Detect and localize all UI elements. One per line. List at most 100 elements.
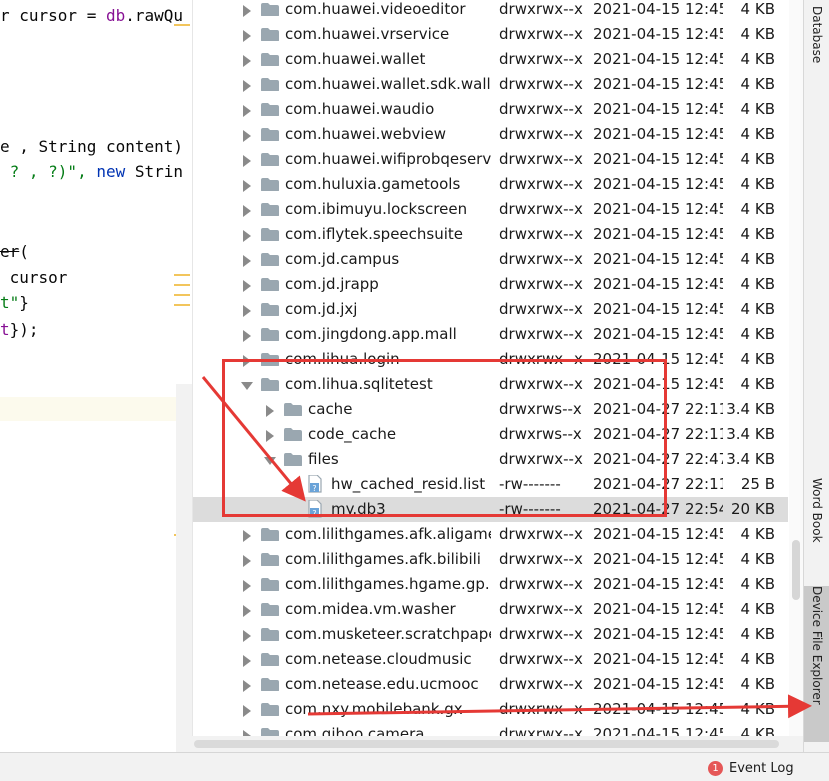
row-size: 4 KB	[740, 650, 775, 668]
folder-row[interactable]: com.huawei.webview drwxrwx--x 2021-04-15 1…	[193, 122, 788, 147]
unknown-file-icon: ?	[307, 475, 323, 493]
folder-row[interactable]: com.musketeer.scratchpape drwxrwx--x 2021-…	[193, 622, 788, 647]
chevron-right-icon[interactable]	[241, 228, 253, 242]
row-permissions: drwxrwx--x	[499, 650, 583, 668]
folder-row[interactable]: com.ibimuyu.lockscreen drwxrwx--x 2021-04-…	[193, 197, 788, 222]
folder-row[interactable]: com.huawei.wallet drwxrwx--x 2021-04-15 12…	[193, 47, 788, 72]
folder-row[interactable]: com.lilithgames.hgame.gp.ic drwxrwx--x 202…	[193, 572, 788, 597]
row-date: 2021-04-15 12:45	[593, 625, 723, 643]
row-name: com.jd.jxj	[285, 300, 358, 318]
tab-device-file-explorer-label: Device File Explorer	[810, 586, 824, 705]
scrollbar-thumb[interactable]	[792, 540, 800, 600]
row-size: 4 KB	[740, 325, 775, 343]
folder-row[interactable]: com.jingdong.app.mall drwxrwx--x 2021-04-1…	[193, 322, 788, 347]
folder-row[interactable]: files drwxrwx--x 2021-04-27 22:47 3.4 KB	[193, 447, 788, 472]
chevron-right-icon[interactable]	[241, 153, 253, 167]
folder-row[interactable]: com.jd.jxj drwxrwx--x 2021-04-15 12:45 4 KB	[193, 297, 788, 322]
folder-row[interactable]: cache drwxrws--x 2021-04-27 22:11 3.4 KB	[193, 397, 788, 422]
row-permissions: -rw-------	[499, 500, 561, 518]
chevron-right-icon[interactable]	[241, 553, 253, 567]
chevron-right-icon[interactable]	[241, 253, 253, 267]
device-file-explorer-tree[interactable]: com.huawei.videoeditor drwxrwx--x 2021-04-…	[192, 0, 804, 752]
chevron-down-icon[interactable]	[241, 378, 253, 392]
row-size: 4 KB	[740, 125, 775, 143]
folder-row[interactable]: com.huawei.wallet.sdk.walle drwxrwx--x 202…	[193, 72, 788, 97]
folder-icon	[261, 527, 279, 541]
tab-word-book[interactable]: Word Book	[804, 478, 829, 578]
row-size: 3.4 KB	[726, 450, 775, 468]
chevron-right-icon[interactable]	[264, 403, 276, 417]
row-date: 2021-04-15 12:45	[593, 575, 723, 593]
folder-row[interactable]: com.lilithgames.afk.bilibili drwxrwx--x 20…	[193, 547, 788, 572]
chevron-right-icon[interactable]	[241, 3, 253, 17]
folder-row[interactable]: com.huawei.waudio drwxrwx--x 2021-04-15 12…	[193, 97, 788, 122]
chevron-right-icon[interactable]	[241, 328, 253, 342]
chevron-right-icon[interactable]	[241, 78, 253, 92]
folder-row[interactable]: com.lihua.sqlitetest drwxrwx--x 2021-04-15…	[193, 372, 788, 397]
code-token: e , String content)	[0, 137, 184, 156]
folder-icon	[261, 652, 279, 666]
chevron-right-icon[interactable]	[241, 28, 253, 42]
chevron-right-icon[interactable]	[241, 353, 253, 367]
chevron-right-icon[interactable]	[241, 178, 253, 192]
chevron-right-icon[interactable]	[241, 303, 253, 317]
chevron-right-icon[interactable]	[241, 603, 253, 617]
folder-icon	[261, 102, 279, 116]
chevron-right-icon[interactable]	[264, 428, 276, 442]
file-row[interactable]: ? my.db3 -rw------- 2021-04-27 22:54 20 KB	[193, 497, 788, 522]
chevron-right-icon[interactable]	[241, 703, 253, 717]
chevron-right-icon[interactable]	[241, 278, 253, 292]
row-name: com.lilithgames.afk.bilibili	[285, 550, 481, 568]
folder-icon	[261, 127, 279, 141]
row-name: com.huawei.vrservice	[285, 25, 450, 43]
chevron-right-icon[interactable]	[241, 528, 253, 542]
row-size: 3.4 KB	[726, 425, 775, 443]
folder-row[interactable]: com.jd.jrapp drwxrwx--x 2021-04-15 12:45 4 …	[193, 272, 788, 297]
tab-database[interactable]: Database	[804, 6, 829, 102]
folder-row[interactable]: com.huawei.videoeditor drwxrwx--x 2021-04-…	[193, 0, 788, 22]
chevron-right-icon[interactable]	[241, 628, 253, 642]
folder-row[interactable]: com.midea.vm.washer drwxrwx--x 2021-04-15 …	[193, 597, 788, 622]
folder-icon	[284, 452, 302, 466]
folder-row[interactable]: code_cache drwxrws--x 2021-04-27 22:11 3.4 …	[193, 422, 788, 447]
folder-row[interactable]: com.lilithgames.afk.aligames drwxrwx--x 20…	[193, 522, 788, 547]
folder-icon	[261, 52, 279, 66]
folder-row[interactable]: com.huawei.vrservice drwxrwx--x 2021-04-15…	[193, 22, 788, 47]
row-permissions: drwxrwx--x	[499, 275, 583, 293]
folder-icon	[261, 2, 279, 16]
code-token: t"	[0, 293, 20, 312]
folder-row[interactable]: com.iflytek.speechsuite drwxrwx--x 2021-04…	[193, 222, 788, 247]
chevron-right-icon[interactable]	[241, 103, 253, 117]
chevron-right-icon[interactable]	[241, 203, 253, 217]
chevron-down-icon[interactable]	[264, 453, 276, 467]
folder-row[interactable]: com.netease.cloudmusic drwxrwx--x 2021-04-…	[193, 647, 788, 672]
row-size: 4 KB	[740, 375, 775, 393]
row-size: 4 KB	[740, 200, 775, 218]
horizontal-scrollbar[interactable]	[192, 736, 803, 752]
folder-row[interactable]: com.netease.edu.ucmooc drwxrwx--x 2021-04-…	[193, 672, 788, 697]
scrollbar-thumb[interactable]	[194, 740, 779, 748]
row-size: 4 KB	[740, 575, 775, 593]
file-row[interactable]: ? hw_cached_resid.list -rw------- 2021-04-2…	[193, 472, 788, 497]
row-date: 2021-04-15 12:45	[593, 350, 723, 368]
row-permissions: drwxrwx--x	[499, 300, 583, 318]
tab-device-file-explorer[interactable]: Device File Explorer	[804, 586, 829, 742]
vertical-scrollbar[interactable]	[789, 0, 803, 736]
chevron-right-icon[interactable]	[241, 53, 253, 67]
folder-row[interactable]: com.lihua.login drwxrwx--x 2021-04-15 12:4…	[193, 347, 788, 372]
row-name: com.huawei.webview	[285, 125, 447, 143]
folder-row[interactable]: com.huluxia.gametools drwxrwx--x 2021-04-1…	[193, 172, 788, 197]
chevron-right-icon[interactable]	[241, 578, 253, 592]
folder-row[interactable]: com.huawei.wifiprobqeservi drwxrwx--x 2021…	[193, 147, 788, 172]
row-size: 4 KB	[740, 525, 775, 543]
folder-row[interactable]: com.nxy.mobilebank.gx drwxrwx--x 2021-04-1…	[193, 697, 788, 722]
code-editor[interactable]: r cursor = db.rawQu e , String content) …	[0, 0, 190, 752]
folder-row[interactable]: com.jd.campus drwxrwx--x 2021-04-15 12:45 4…	[193, 247, 788, 272]
row-size: 4 KB	[740, 350, 775, 368]
code-line: er(	[0, 241, 29, 263]
event-log-button[interactable]: 1 Event Log	[708, 759, 794, 777]
row-date: 2021-04-15 12:45	[593, 300, 723, 318]
chevron-right-icon[interactable]	[241, 678, 253, 692]
chevron-right-icon[interactable]	[241, 128, 253, 142]
chevron-right-icon[interactable]	[241, 653, 253, 667]
